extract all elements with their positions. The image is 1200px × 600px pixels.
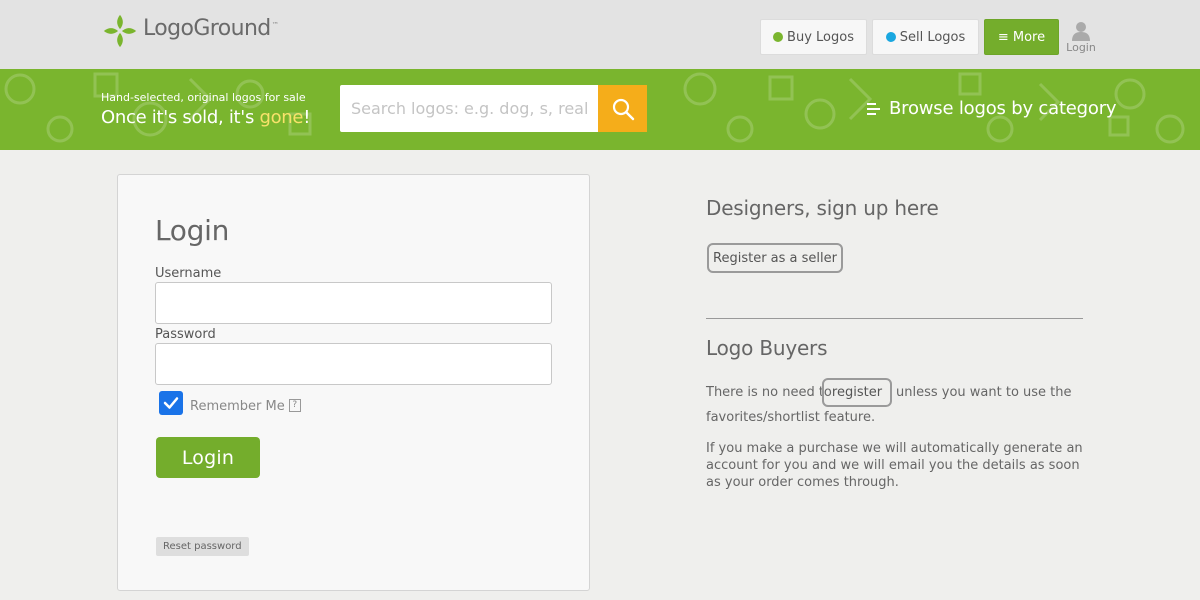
buy-logos-button[interactable]: Buy Logos	[760, 19, 867, 55]
remember-me-checkbox[interactable]	[159, 391, 183, 415]
buy-logos-label: Buy Logos	[787, 29, 854, 45]
user-login-label: Login	[1066, 41, 1096, 54]
user-login-link[interactable]: Login	[1064, 21, 1098, 54]
register-buyer-button[interactable]: register	[822, 378, 892, 407]
sell-logos-button[interactable]: Sell Logos	[872, 19, 979, 55]
tagline-main: Once it's sold, it's gone!	[101, 107, 310, 128]
login-panel: Login Username Password Remember Me ? Lo…	[117, 174, 590, 591]
hero-banner: Hand-selected, original logos for sale O…	[0, 69, 1200, 150]
help-icon[interactable]: ?	[288, 398, 301, 412]
search-icon	[612, 98, 634, 120]
site-logo[interactable]: LogoGround ™	[101, 12, 279, 50]
checkmark-icon	[163, 397, 179, 409]
more-menu-button[interactable]: ≡ More	[984, 19, 1059, 55]
login-submit-button[interactable]: Login	[156, 437, 260, 478]
buyers-text-line2: favorites/shortlist feature.	[706, 410, 876, 425]
username-label: Username	[155, 266, 222, 281]
search-button[interactable]	[598, 85, 647, 132]
login-title: Login	[155, 214, 230, 247]
tagline-highlight: gone	[259, 107, 304, 128]
logo-trademark: ™	[271, 21, 279, 29]
user-icon	[1072, 22, 1090, 41]
search-bar	[340, 85, 647, 132]
reset-password-button[interactable]: Reset password	[156, 537, 249, 556]
buyers-heading: Logo Buyers	[706, 336, 828, 360]
browse-label: Browse logos by category	[889, 98, 1117, 119]
green-dot-icon	[773, 32, 784, 42]
top-header: LogoGround ™ Buy Logos Sell Logos ≡ More…	[0, 0, 1200, 69]
tagline-suffix: !	[303, 107, 311, 128]
clover-logo-icon	[103, 14, 137, 48]
tagline-prefix: Once it's sold, it's	[101, 107, 260, 128]
logo-text: LogoGround	[143, 15, 271, 41]
blue-dot-icon	[885, 32, 896, 42]
register-seller-button[interactable]: Register as a seller	[707, 243, 843, 273]
buyers-text-after: unless you want to use the	[896, 385, 1072, 400]
tagline-small: Hand-selected, original logos for sale	[101, 91, 306, 104]
password-label: Password	[155, 327, 216, 342]
buyers-text-before: There is no need to	[706, 385, 832, 400]
section-divider	[706, 318, 1083, 319]
remember-me-label: Remember Me	[190, 398, 285, 414]
main-nav: Buy Logos Sell Logos ≡ More	[760, 19, 1064, 55]
sell-logos-label: Sell Logos	[899, 29, 966, 45]
list-icon	[867, 102, 880, 115]
browse-categories-link[interactable]: Browse logos by category	[867, 98, 1117, 119]
password-field[interactable]	[155, 343, 552, 385]
remember-me: Remember Me ?	[159, 391, 301, 415]
search-input[interactable]	[340, 85, 598, 132]
username-field[interactable]	[155, 282, 552, 324]
designers-heading: Designers, sign up here	[706, 196, 939, 220]
buyers-paragraph: If you make a purchase we will automatic…	[706, 441, 1083, 490]
more-label: ≡ More	[997, 29, 1046, 45]
